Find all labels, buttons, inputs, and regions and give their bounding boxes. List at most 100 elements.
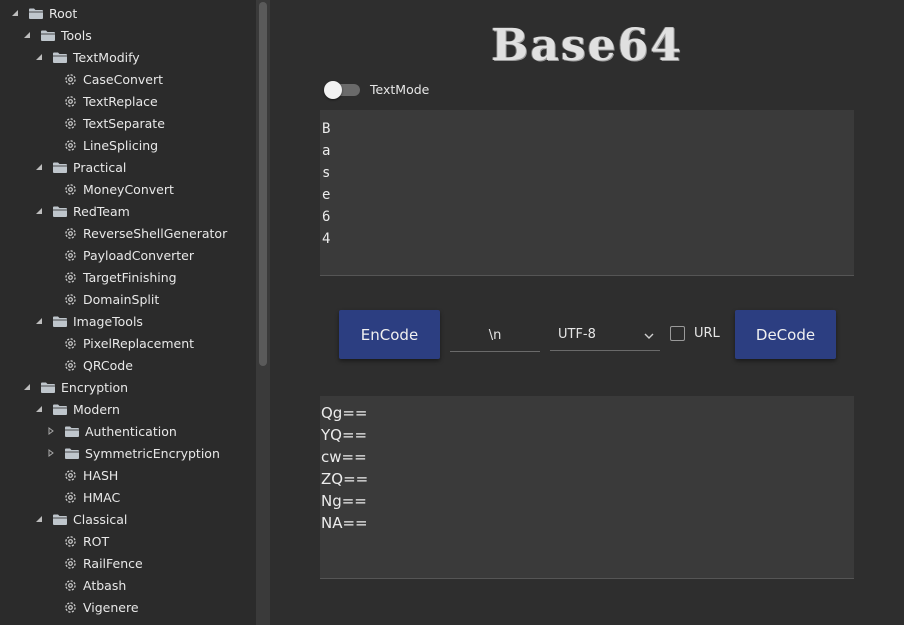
gear-icon: [64, 226, 78, 240]
sidebar-scrollbar[interactable]: [256, 0, 270, 625]
gear-icon: [64, 270, 78, 284]
sidebar-item-label: ROT: [83, 533, 110, 549]
folder-icon: [52, 160, 68, 174]
sidebar-item-textseparate[interactable]: TextSeparate: [46, 112, 165, 134]
sidebar-item-label: RedTeam: [73, 203, 130, 219]
sidebar-item-label: DomainSplit: [83, 291, 160, 307]
sidebar-item-redteam[interactable]: RedTeam: [34, 200, 130, 222]
text-mode-label: TextMode: [370, 82, 430, 97]
sidebar-item-atbash[interactable]: Atbash: [46, 574, 126, 596]
sidebar-item-tools[interactable]: Tools: [22, 24, 92, 46]
sidebar-item-domainsplit[interactable]: DomainSplit: [46, 288, 159, 310]
input-line: e: [322, 187, 331, 203]
sidebar-item-label: Practical: [73, 159, 127, 175]
encoding-select[interactable]: UTF-8: [550, 319, 660, 351]
sidebar-item-label: Classical: [73, 511, 128, 527]
sidebar-item-rot[interactable]: ROT: [46, 530, 109, 552]
expand-down-icon[interactable]: [34, 404, 44, 414]
sidebar-item-label: MoneyConvert: [83, 181, 174, 197]
expand-down-icon[interactable]: [34, 52, 44, 62]
sidebar-item-caseconvert[interactable]: CaseConvert: [46, 68, 163, 90]
sidebar-item-textreplace[interactable]: TextReplace: [46, 90, 158, 112]
sidebar-item-practical[interactable]: Practical: [34, 156, 126, 178]
sidebar-item-label: Encryption: [61, 379, 129, 395]
sidebar-item-label: QRCode: [83, 357, 133, 373]
folder-icon: [64, 446, 80, 460]
folder-icon: [40, 380, 56, 394]
sidebar-item-authentication[interactable]: Authentication: [46, 420, 177, 442]
output-textarea[interactable]: Qg== YQ== cw== ZQ== Ng== NA==: [320, 396, 854, 579]
toggle-knob[interactable]: [324, 80, 342, 99]
encoding-select-value: UTF-8: [558, 327, 596, 342]
sidebar-item-label: PixelReplacement: [83, 335, 195, 351]
gear-icon: [64, 182, 78, 196]
sidebar-item-payloadconverter[interactable]: PayloadConverter: [46, 244, 194, 266]
expand-down-icon[interactable]: [34, 316, 44, 326]
decode-button[interactable]: DeCode: [735, 310, 836, 359]
sidebar-item-qrcode[interactable]: QRCode: [46, 354, 133, 376]
sidebar-item-hash[interactable]: HASH: [46, 464, 118, 486]
sidebar-item-reverseshellgenerator[interactable]: ReverseShellGenerator: [46, 222, 227, 244]
sidebar-item-linesplicing[interactable]: LineSplicing: [46, 134, 158, 156]
sidebar-item-railfence[interactable]: RailFence: [46, 552, 143, 574]
toggle-track[interactable]: [324, 80, 360, 99]
sidebar-scrollbar-thumb[interactable]: [259, 2, 267, 366]
gear-icon: [64, 358, 78, 372]
folder-icon: [52, 50, 68, 64]
gear-icon: [64, 578, 78, 592]
gear-icon: [64, 468, 78, 482]
sidebar-item-label: TextModify: [73, 49, 140, 65]
main-panel: Base64 TextMode Base64 EnCode \n UTF-8 U…: [270, 0, 904, 625]
sidebar-item-label: CaseConvert: [83, 71, 164, 87]
sidebar-item-imagetools[interactable]: ImageTools: [34, 310, 143, 332]
sidebar-item-pixelreplacement[interactable]: PixelReplacement: [46, 332, 194, 354]
expand-down-icon[interactable]: [34, 206, 44, 216]
output-line: Ng==: [321, 492, 367, 510]
sidebar-item-symmetricencryption[interactable]: SymmetricEncryption: [46, 442, 220, 464]
gear-icon: [64, 248, 78, 262]
expand-down-icon[interactable]: [22, 30, 32, 40]
expand-down-icon[interactable]: [10, 8, 20, 18]
input-line: B: [322, 121, 331, 137]
sidebar-item-targetfinishing[interactable]: TargetFinishing: [46, 266, 177, 288]
url-checkbox[interactable]: [670, 326, 685, 341]
sidebar-item-modern[interactable]: Modern: [34, 398, 120, 420]
gear-icon: [64, 600, 78, 614]
expand-down-icon[interactable]: [22, 382, 32, 392]
sidebar-item-vigenere[interactable]: Vigenere: [46, 596, 139, 618]
encode-button[interactable]: EnCode: [339, 310, 440, 359]
text-mode-toggle[interactable]: TextMode: [324, 80, 430, 99]
sidebar-item-root[interactable]: Root: [10, 2, 77, 24]
sidebar-item-textmodify[interactable]: TextModify: [34, 46, 140, 68]
sidebar-item-label: HMAC: [83, 489, 121, 505]
navigation-tree: Root Tools TextModify CaseConvert TextReplac…: [0, 0, 256, 625]
folder-icon: [40, 28, 56, 42]
output-line: YQ==: [321, 426, 368, 444]
folder-icon: [28, 6, 44, 20]
gear-icon: [64, 138, 78, 152]
output-line: NA==: [321, 514, 368, 532]
gear-icon: [64, 72, 78, 86]
sidebar-item-label: Root: [49, 5, 78, 21]
gear-icon: [64, 292, 78, 306]
gear-icon: [64, 534, 78, 548]
sidebar-item-hmac[interactable]: HMAC: [46, 486, 120, 508]
expand-down-icon[interactable]: [34, 162, 44, 172]
input-textarea[interactable]: Base 6 4: [320, 110, 854, 276]
sidebar-item-label: HASH: [83, 467, 119, 483]
sidebar-item-label: TargetFinishing: [83, 269, 177, 285]
expand-right-icon[interactable]: [46, 426, 56, 436]
folder-icon: [52, 512, 68, 526]
separator-input[interactable]: \n: [450, 319, 540, 352]
sidebar-item-label: Tools: [61, 27, 92, 43]
input-line: 6: [322, 209, 331, 225]
sidebar-item-encryption[interactable]: Encryption: [22, 376, 128, 398]
gear-icon: [64, 490, 78, 504]
url-checkbox-wrap[interactable]: URL: [670, 326, 720, 341]
sidebar-item-label: RailFence: [83, 555, 143, 571]
sidebar-item-classical[interactable]: Classical: [34, 508, 127, 530]
sidebar-item-moneyconvert[interactable]: MoneyConvert: [46, 178, 174, 200]
sidebar-item-label: PayloadConverter: [83, 247, 195, 263]
expand-right-icon[interactable]: [46, 448, 56, 458]
expand-down-icon[interactable]: [34, 514, 44, 524]
